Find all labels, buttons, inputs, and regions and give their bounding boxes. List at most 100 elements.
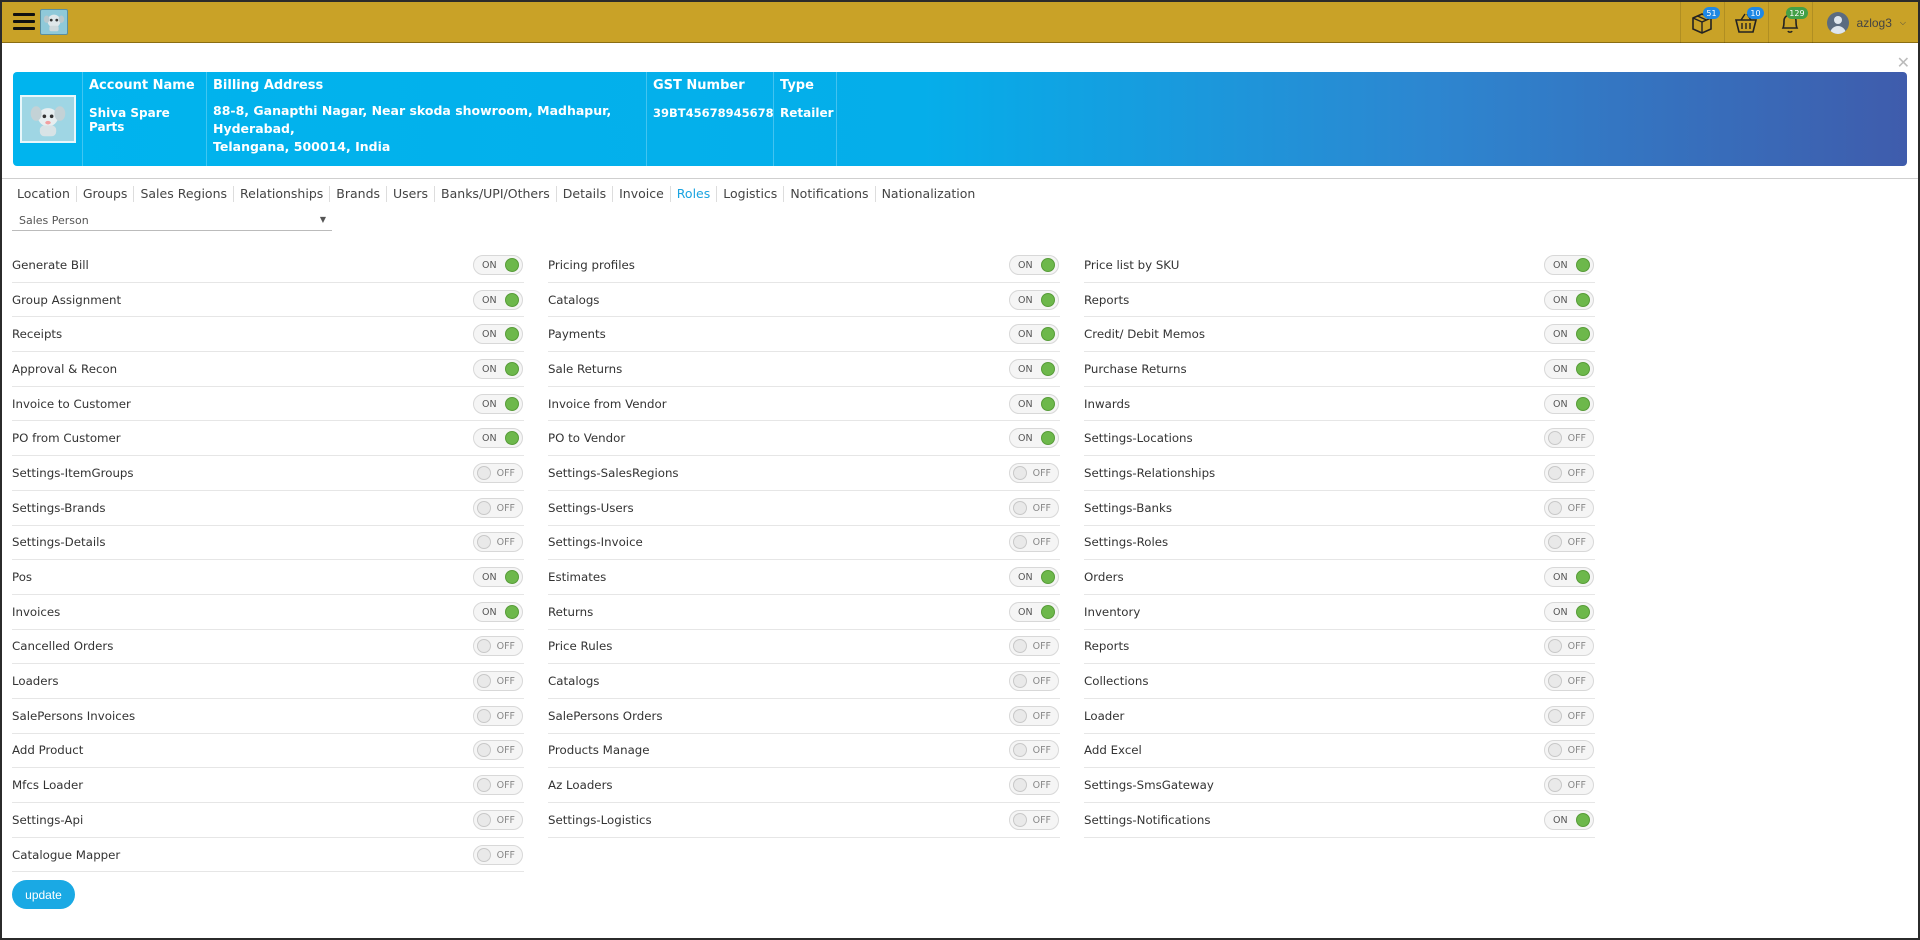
toggle-knob [477, 743, 491, 758]
role-toggle[interactable]: ON [1009, 567, 1059, 588]
role-toggle[interactable]: OFF [473, 809, 523, 830]
role-toggle[interactable]: OFF [473, 844, 523, 865]
role-toggle[interactable]: OFF [1009, 636, 1059, 657]
role-toggle[interactable]: ON [1009, 324, 1059, 345]
role-toggle[interactable]: OFF [1009, 775, 1059, 796]
role-toggle[interactable]: OFF [473, 671, 523, 692]
role-toggle[interactable]: ON [473, 393, 523, 414]
menu-icon[interactable] [13, 13, 35, 31]
role-toggle[interactable]: ON [1544, 324, 1594, 345]
toggle-state-text: OFF [1567, 676, 1586, 688]
tab-relationships[interactable]: Relationships [233, 186, 329, 202]
role-toggle[interactable]: ON [473, 324, 523, 345]
role-toggle[interactable]: ON [1544, 567, 1594, 588]
role-toggle[interactable]: OFF [473, 740, 523, 761]
role-toggle[interactable]: ON [473, 428, 523, 449]
toggle-knob [477, 535, 491, 550]
role-toggle[interactable]: OFF [473, 497, 523, 518]
role-toggle[interactable]: OFF [1009, 671, 1059, 692]
toggle-state-text: ON [1553, 294, 1568, 306]
close-icon[interactable]: ✕ [1897, 53, 1910, 72]
role-label: Orders [1084, 570, 1124, 585]
tab-roles[interactable]: Roles [669, 186, 716, 202]
role-row: Settings-Api OFF [12, 803, 524, 838]
role-toggle[interactable]: ON [1544, 358, 1594, 379]
notifications-badge: 129 [1786, 7, 1808, 19]
tab-groups[interactable]: Groups [75, 186, 134, 202]
role-toggle[interactable]: OFF [1009, 809, 1059, 830]
role-toggle[interactable]: OFF [1544, 497, 1594, 518]
role-label: Mfcs Loader [12, 778, 84, 793]
role-toggle[interactable]: OFF [1544, 428, 1594, 449]
role-toggle[interactable]: OFF [1544, 462, 1594, 483]
role-toggle[interactable]: ON [473, 601, 523, 622]
tab-sales-regions[interactable]: Sales Regions [133, 186, 233, 202]
orders-box-icon[interactable]: 51 [1679, 2, 1724, 43]
toggle-knob [1576, 257, 1590, 272]
user-menu[interactable]: azlog3 ⌵ [1811, 2, 1918, 43]
role-toggle[interactable]: ON [473, 254, 523, 275]
role-toggle[interactable]: OFF [1544, 705, 1594, 726]
role-toggle[interactable]: OFF [1009, 532, 1059, 553]
tab-location[interactable]: Location [12, 186, 76, 202]
role-label: Pos [12, 570, 33, 585]
toggle-state-text: OFF [1567, 745, 1586, 757]
toggle-state-text: ON [1553, 363, 1568, 375]
role-select[interactable]: Sales Person ▼ [12, 212, 332, 231]
tab-invoice[interactable]: Invoice [612, 186, 670, 202]
role-toggle[interactable]: OFF [473, 462, 523, 483]
role-toggle[interactable]: OFF [1009, 705, 1059, 726]
tab-logistics[interactable]: Logistics [716, 186, 783, 202]
role-toggle[interactable]: ON [473, 358, 523, 379]
tab-nationalization[interactable]: Nationalization [874, 186, 982, 202]
role-toggle[interactable]: ON [473, 567, 523, 588]
cart-basket-icon[interactable]: 10 [1723, 2, 1768, 43]
role-toggle[interactable]: OFF [1544, 636, 1594, 657]
role-row: Settings-SalesRegions OFF [548, 456, 1060, 491]
role-row: Add Excel OFF [1084, 734, 1595, 769]
tab-brands[interactable]: Brands [329, 186, 386, 202]
toggle-knob [1041, 361, 1055, 376]
role-toggle[interactable]: OFF [1544, 775, 1594, 796]
role-toggle[interactable]: OFF [1544, 532, 1594, 553]
toggle-knob [1013, 639, 1027, 654]
role-label: Invoice to Customer [12, 396, 131, 411]
role-toggle[interactable]: ON [1544, 289, 1594, 310]
role-toggle[interactable]: OFF [1544, 740, 1594, 761]
app-logo[interactable] [40, 9, 68, 35]
role-row: Invoices ON [12, 595, 524, 630]
role-toggle[interactable]: ON [1009, 254, 1059, 275]
role-toggle[interactable]: ON [1544, 809, 1594, 830]
role-toggle[interactable]: ON [473, 289, 523, 310]
notification-bell-icon[interactable]: 129 [1767, 2, 1812, 43]
role-toggle[interactable]: ON [1544, 601, 1594, 622]
billing-address-line: Hyderabad, [213, 121, 295, 136]
tab-users[interactable]: Users [386, 186, 434, 202]
toggle-state-text: ON [482, 433, 497, 445]
role-toggle[interactable]: OFF [473, 775, 523, 796]
role-toggle[interactable]: OFF [1009, 462, 1059, 483]
billing-address-line: 88-8, Ganapthi Nagar, Near skoda showroo… [213, 103, 612, 118]
role-toggle[interactable]: OFF [473, 705, 523, 726]
role-toggle[interactable]: OFF [1009, 497, 1059, 518]
role-toggle[interactable]: OFF [1544, 671, 1594, 692]
role-toggle[interactable]: ON [1544, 254, 1594, 275]
role-toggle[interactable]: ON [1009, 393, 1059, 414]
update-button[interactable]: update [12, 880, 75, 909]
toggle-state-text: ON [482, 259, 497, 271]
tab-notifications[interactable]: Notifications [783, 186, 874, 202]
role-toggle[interactable]: OFF [1009, 740, 1059, 761]
tab-details[interactable]: Details [555, 186, 612, 202]
tab-banks-upi-others[interactable]: Banks/UPI/Others [434, 186, 556, 202]
toggle-state-text: ON [1553, 606, 1568, 618]
role-toggle[interactable]: OFF [473, 532, 523, 553]
role-toggle[interactable]: ON [1009, 289, 1059, 310]
role-row: Settings-Notifications ON [1084, 803, 1595, 838]
role-toggle[interactable]: OFF [473, 636, 523, 657]
role-toggle[interactable]: ON [1009, 428, 1059, 449]
role-toggle[interactable]: ON [1544, 393, 1594, 414]
role-toggle[interactable]: ON [1009, 601, 1059, 622]
role-row: Settings-Details OFF [12, 526, 524, 561]
role-toggle[interactable]: ON [1009, 358, 1059, 379]
role-label: PO to Vendor [548, 431, 626, 446]
